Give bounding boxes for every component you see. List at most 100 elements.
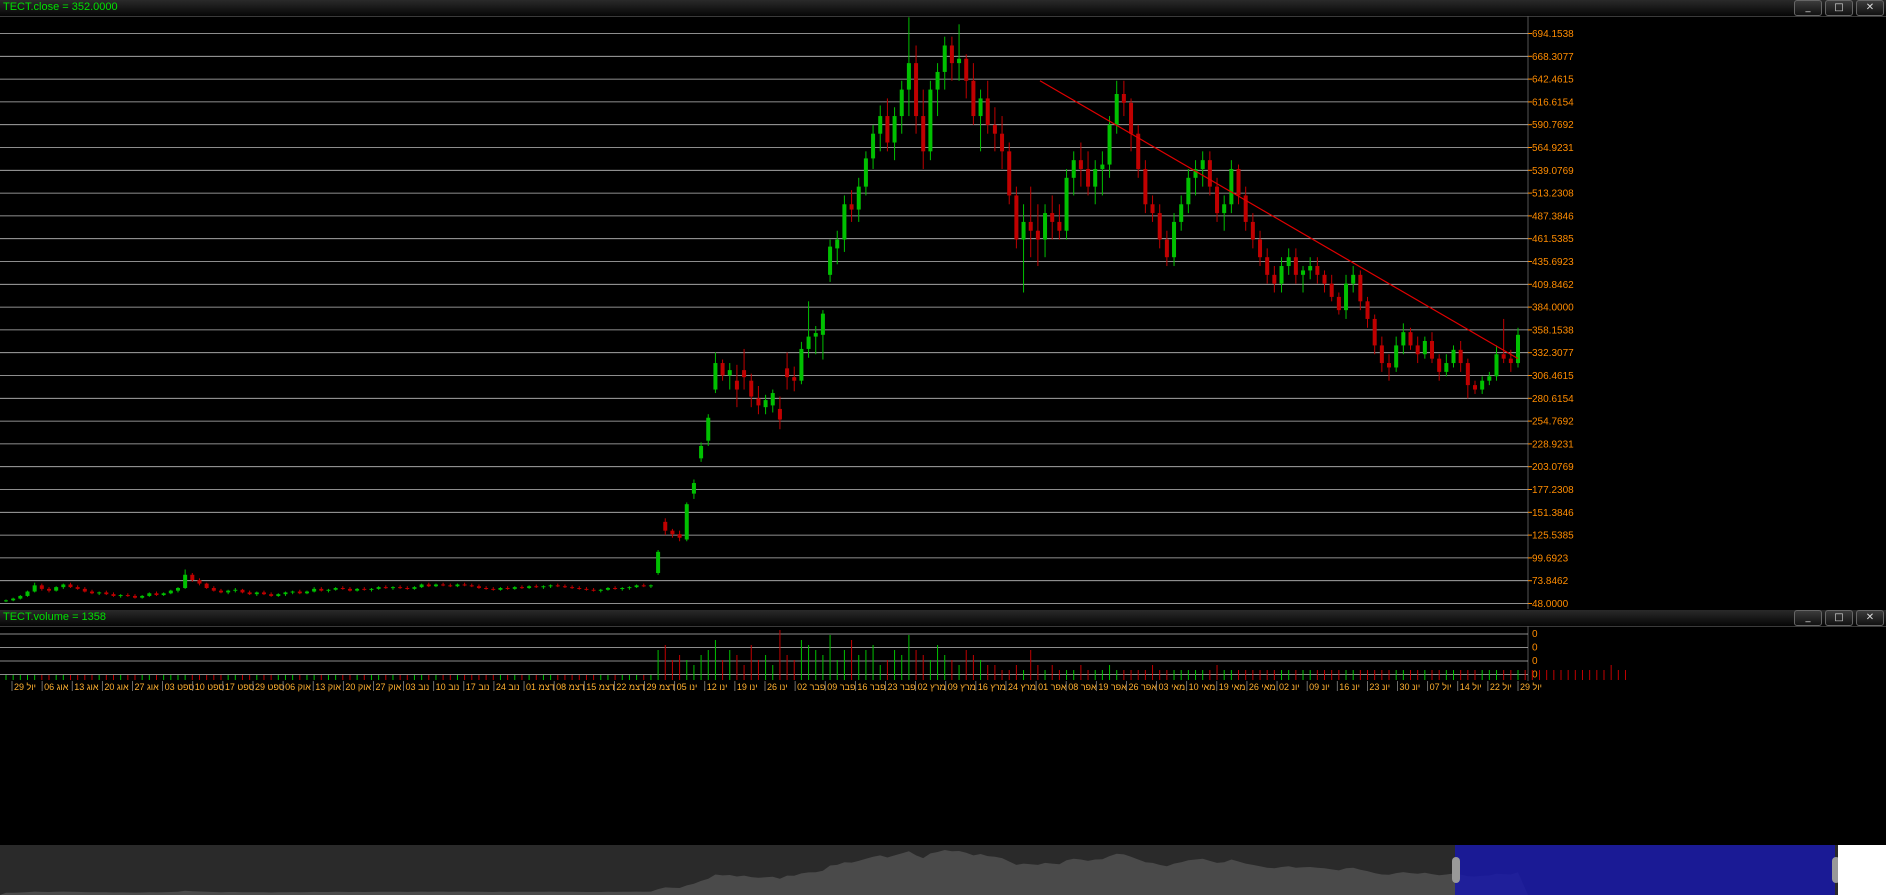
date-tick-label: 08 אפר	[1068, 682, 1097, 692]
volume-bar	[1574, 670, 1576, 680]
volume-bar	[1624, 670, 1626, 680]
volume-bar	[234, 675, 236, 680]
candle	[355, 588, 360, 592]
candle-body	[125, 595, 130, 597]
navigator-right-blank	[1838, 845, 1886, 895]
candle-body	[25, 591, 30, 596]
candle-body	[813, 333, 818, 337]
candle-body	[1487, 376, 1492, 381]
candle	[591, 588, 596, 592]
timeline-navigator[interactable]	[0, 845, 1886, 895]
minimize-button[interactable]: _	[1794, 610, 1822, 626]
close-button[interactable]: ✕	[1856, 0, 1884, 16]
date-tick-label: 06 אוק	[285, 682, 311, 692]
date-tick-label: 01 אפר	[1038, 682, 1067, 692]
maximize-button[interactable]: □	[1825, 0, 1853, 16]
candle	[1394, 336, 1399, 372]
candle-body	[519, 587, 524, 589]
candle	[1372, 314, 1377, 355]
volume-bar	[894, 650, 896, 680]
candle-body	[670, 530, 675, 535]
candle	[111, 592, 116, 597]
candle	[390, 586, 395, 590]
candle-body	[1172, 221, 1177, 258]
candle-body	[355, 588, 360, 591]
candle	[1129, 98, 1134, 152]
candle	[32, 582, 37, 593]
trendline	[1039, 80, 1519, 360]
candle	[68, 582, 73, 589]
candle	[476, 584, 481, 589]
price-chart[interactable]: 694.1538 668.3077 642.4615 616.6154 590.7692…	[0, 16, 1886, 609]
candle	[892, 107, 897, 161]
volume-bar	[256, 675, 258, 680]
candle-body	[1315, 266, 1320, 275]
volume-bar	[399, 675, 401, 680]
volume-bar	[184, 675, 186, 680]
date-tick-label: 29 ספט	[255, 682, 285, 692]
candle-body	[283, 592, 288, 595]
date-tick-label: 15 דצמ	[586, 682, 615, 692]
candle	[1193, 160, 1198, 196]
volume-bar	[26, 675, 28, 680]
volume-chart[interactable]: 0000029 יול06 אוג13 אוג20 אוג27 אוג03 ספ…	[0, 626, 1886, 845]
volume-bar	[815, 650, 817, 680]
volume-bar	[1610, 665, 1612, 680]
candle-body	[147, 593, 152, 596]
volume-bar	[1288, 670, 1290, 680]
candle	[319, 587, 324, 592]
candle-body	[799, 348, 804, 381]
candle-body	[641, 585, 646, 587]
candle	[699, 442, 704, 462]
candle	[276, 593, 281, 597]
candle	[1301, 266, 1306, 293]
volume-bar	[406, 675, 408, 680]
date-tick-label: 19 אפר	[1098, 682, 1127, 692]
volume-bar	[714, 640, 716, 680]
candle-body	[1344, 283, 1349, 311]
volume-bar	[55, 675, 57, 680]
minimize-button[interactable]: _	[1794, 0, 1822, 16]
volume-bar	[958, 665, 960, 680]
candle	[670, 528, 675, 538]
candle-body	[161, 593, 166, 596]
volume-bar	[120, 675, 122, 680]
volume-bar	[1395, 670, 1397, 680]
candle	[140, 595, 145, 599]
candle-body	[978, 98, 983, 117]
candle-body	[534, 586, 539, 588]
candle	[928, 80, 933, 161]
volume-bar	[1023, 670, 1025, 680]
candle-body	[233, 589, 238, 591]
candle	[914, 45, 919, 134]
maximize-button[interactable]: □	[1825, 610, 1853, 626]
volume-bar	[1187, 670, 1189, 680]
candle-body	[226, 590, 231, 593]
y-tick-label: 48.0000	[1532, 599, 1569, 609]
y-tick-label: 384.0000	[1532, 303, 1574, 314]
y-tick-label: 306.4615	[1532, 371, 1574, 382]
close-button[interactable]: ✕	[1856, 610, 1884, 626]
candle	[46, 587, 51, 593]
candle	[835, 230, 840, 265]
volume-bar	[1152, 665, 1154, 680]
candle	[39, 583, 44, 591]
candle-body	[204, 583, 209, 589]
price-panel-title: TECT.close = 352.0000	[3, 1, 118, 13]
candle	[785, 352, 790, 390]
volume-bar	[550, 675, 552, 680]
candle-body	[104, 592, 109, 595]
date-tick-label: 27 אוג	[134, 682, 159, 692]
candle-body	[584, 588, 589, 590]
candle	[304, 590, 309, 595]
candle	[584, 587, 589, 591]
candle-body	[613, 588, 618, 590]
volume-bar	[1216, 665, 1218, 680]
candle	[269, 592, 274, 597]
candle-body	[1179, 204, 1184, 222]
candle	[433, 583, 438, 588]
y-tick-label: 177.2308	[1532, 485, 1574, 496]
candle-body	[1293, 257, 1298, 275]
candle-body	[1422, 341, 1427, 355]
volume-bar	[1474, 670, 1476, 680]
